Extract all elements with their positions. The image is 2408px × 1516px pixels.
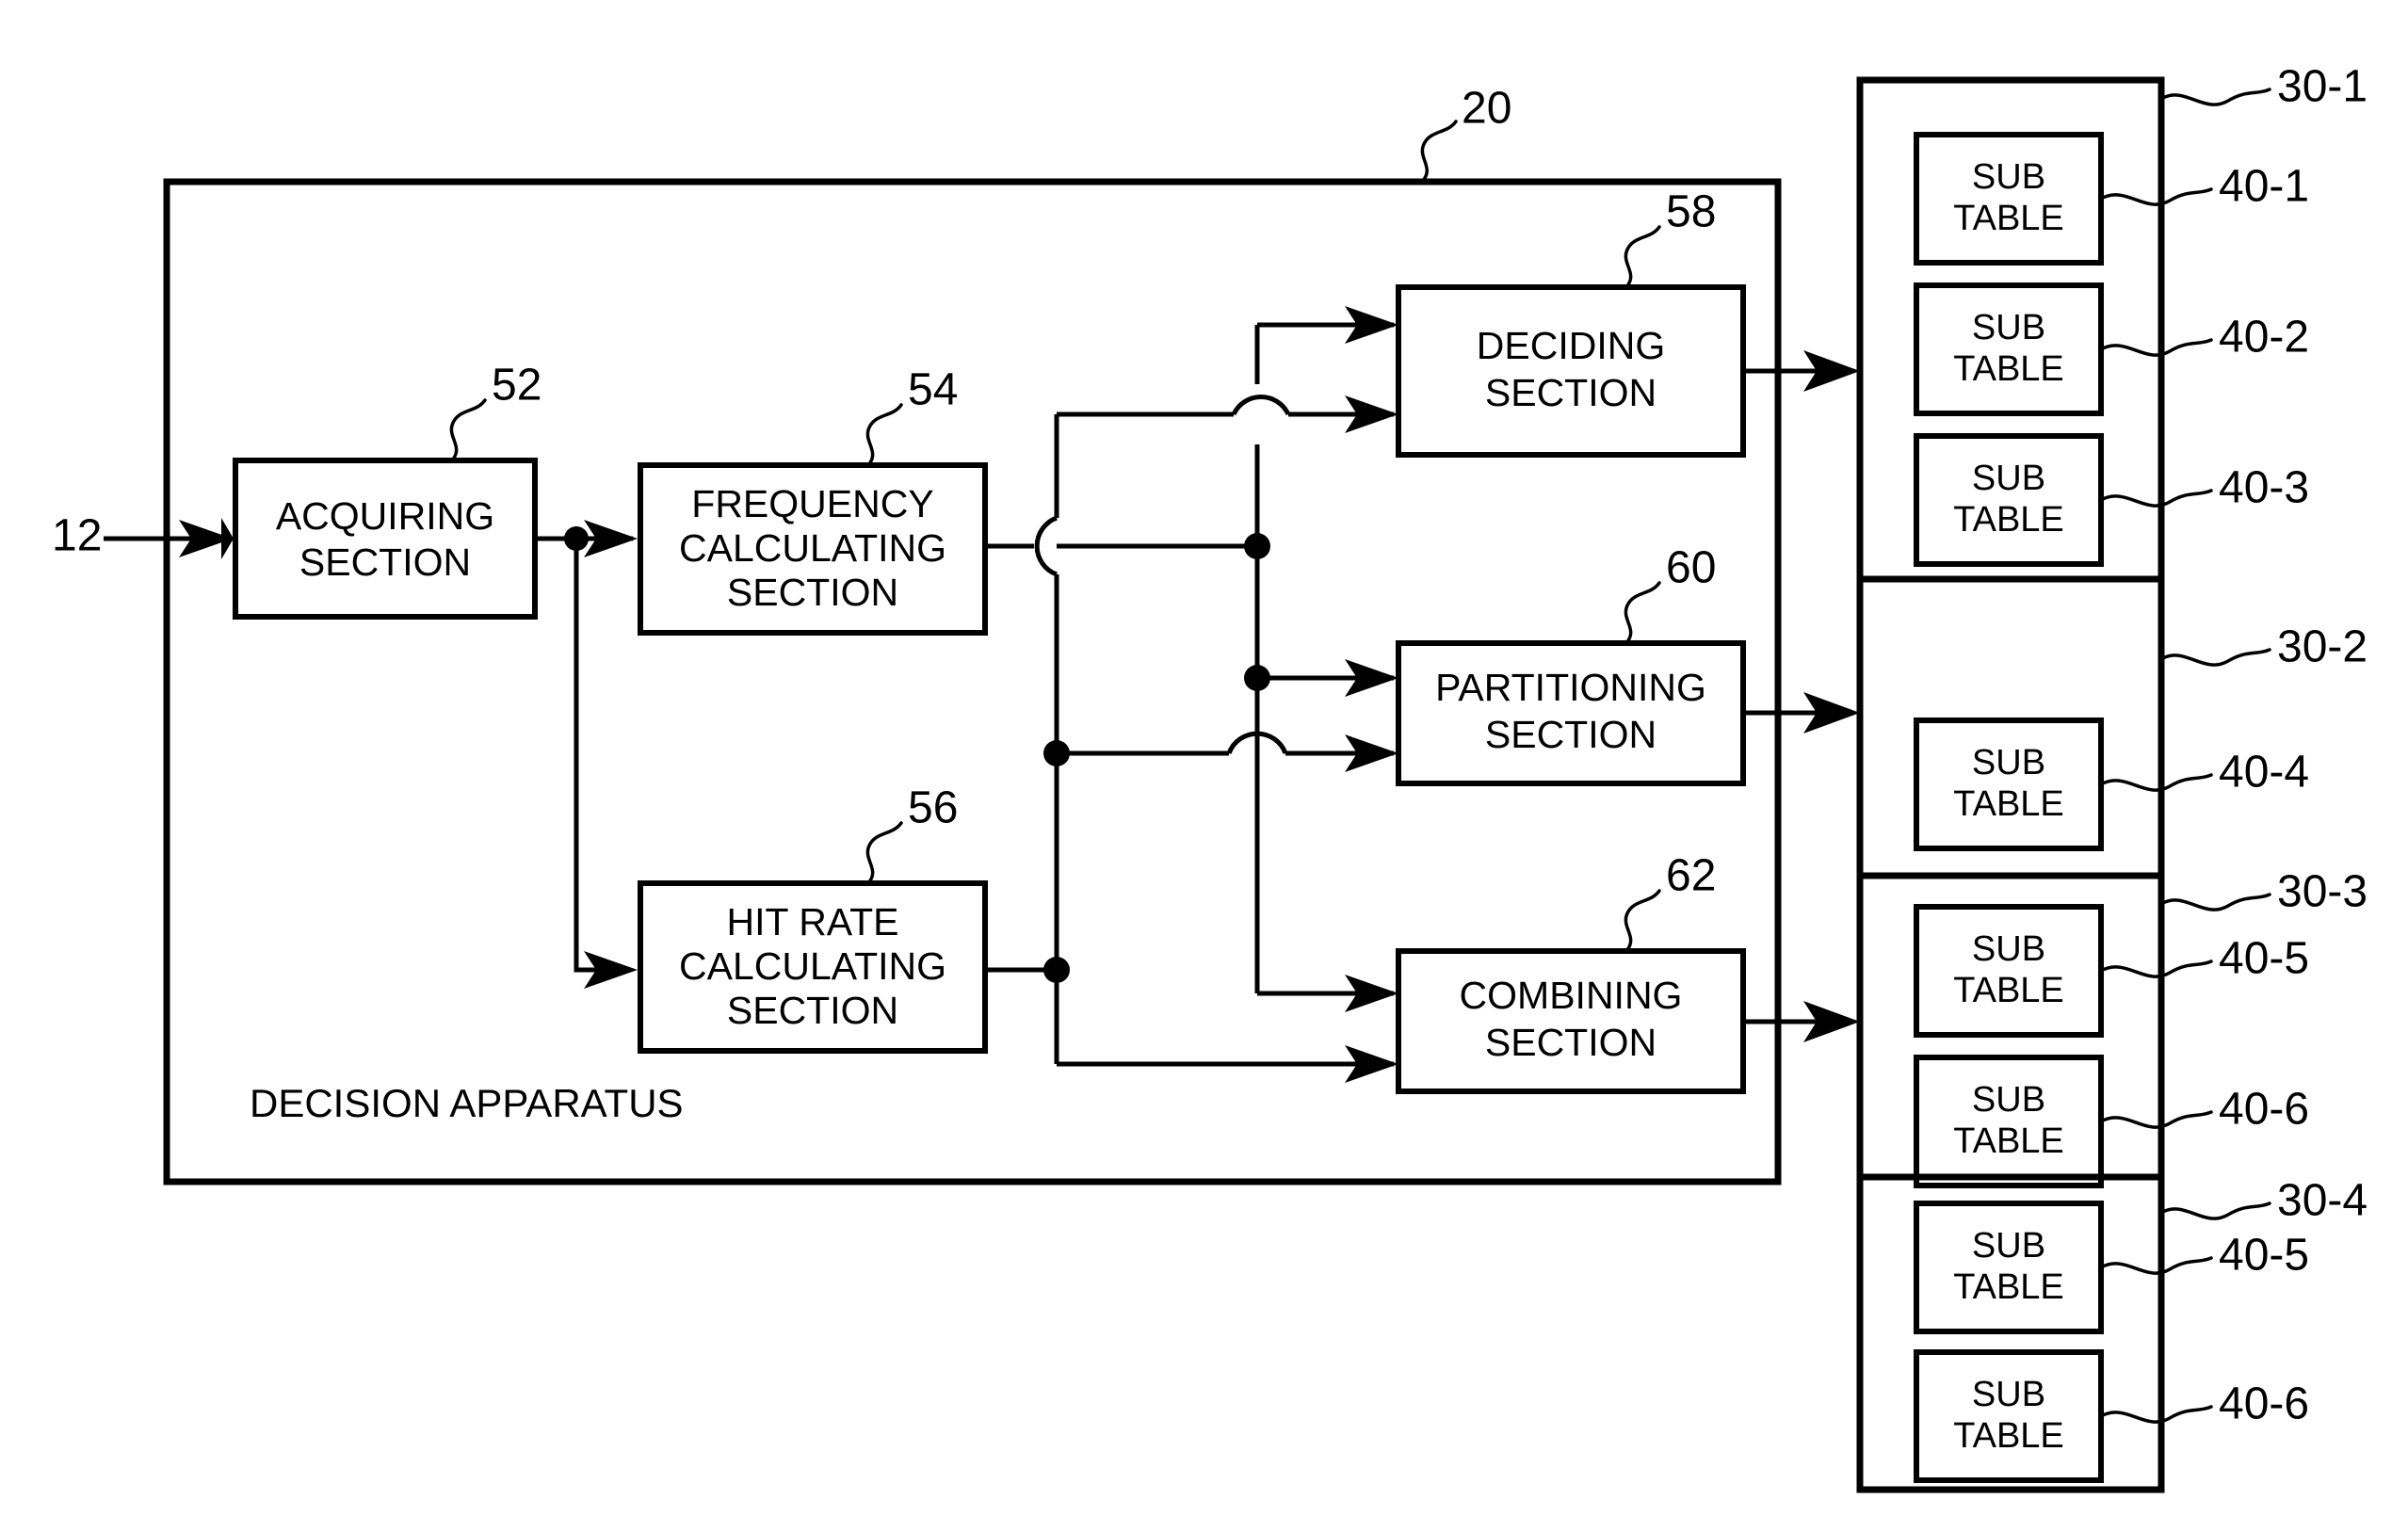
block-acquiring-line2: SECTION <box>299 540 471 584</box>
ref-label-30-3: 30-3 <box>2277 867 2368 917</box>
sub-table-40-6a-line2: TABLE <box>1953 1121 2064 1161</box>
leader-line-60 <box>1624 581 1661 645</box>
apparatus-label: DECISION APPARATUS <box>250 1081 684 1125</box>
ref-label-56: 56 <box>908 783 958 833</box>
leader-line-30-4 <box>2159 1202 2271 1220</box>
sub-table-40-2-line1: SUB <box>1972 308 2045 347</box>
table-group-30-2[interactable] <box>1856 575 2165 879</box>
ref-label-40-2: 40-2 <box>2219 313 2309 363</box>
ref-label-40-5b: 40-5 <box>2219 1231 2309 1281</box>
sub-table-40-5a-line2: TABLE <box>1953 971 2064 1010</box>
sub-table-40-3-line1: SUB <box>1972 459 2045 498</box>
sub-table-40-1-line2: TABLE <box>1953 199 2064 238</box>
leader-line-52 <box>449 398 487 462</box>
sub-table-40-2-line2: TABLE <box>1953 349 2064 389</box>
sub-table-40-5a-line1: SUB <box>1972 929 2045 969</box>
leader-line-40-2 <box>2099 338 2213 357</box>
ref-label-30-2: 30-2 <box>2277 622 2368 672</box>
ref-label-60: 60 <box>1666 543 1716 593</box>
leader-line-20 <box>1420 120 1458 184</box>
sub-table-40-5b-line1: SUB <box>1972 1226 2045 1266</box>
block-frequency-line1: FREQUENCY <box>691 482 933 525</box>
block-frequency-line3: SECTION <box>727 571 898 614</box>
block-frequency-line2: CALCULATING <box>679 526 946 570</box>
junction-dot-hitrate-out <box>1043 957 1070 983</box>
block-hitrate-line2: CALCULATING <box>679 944 946 988</box>
sub-table-40-5b-line2: TABLE <box>1953 1267 2064 1307</box>
block-combining-line1: COMBINING <box>1460 974 1683 1017</box>
block-diagram: 20 DECISION APPARATUS 12 ACQUIRING SECTI… <box>52 62 2368 1493</box>
ref-label-40-5a: 40-5 <box>2219 934 2309 984</box>
sub-table-40-4-line1: SUB <box>1972 743 2045 782</box>
ref-label-54: 54 <box>908 365 958 415</box>
ref-label-20: 20 <box>1462 84 1511 134</box>
ref-label-40-6b: 40-6 <box>2219 1379 2309 1429</box>
block-deciding-line1: DECIDING <box>1477 324 1665 367</box>
block-acquiring-line1: ACQUIRING <box>276 494 494 538</box>
ref-label-40-6a: 40-6 <box>2219 1085 2309 1135</box>
leader-line-40-1 <box>2099 187 2213 206</box>
sub-table-40-6b-line2: TABLE <box>1953 1416 2064 1456</box>
ref-label-40-1: 40-1 <box>2219 162 2309 212</box>
sub-table-40-3-line2: TABLE <box>1953 500 2064 540</box>
ref-label-30-4: 30-4 <box>2277 1176 2368 1226</box>
ref-label-12: 12 <box>52 511 102 561</box>
leader-line-58 <box>1624 225 1661 289</box>
leader-line-30-3 <box>2159 893 2271 911</box>
sub-table-40-6b-line1: SUB <box>1972 1375 2045 1414</box>
block-acquiring-section[interactable] <box>233 458 538 620</box>
ref-label-62: 62 <box>1666 851 1716 901</box>
ref-label-40-3: 40-3 <box>2219 463 2309 513</box>
block-combining-line2: SECTION <box>1485 1021 1657 1064</box>
sub-table-40-6a-line1: SUB <box>1972 1080 2045 1120</box>
wire-hop-deciding <box>1231 395 1291 416</box>
leader-line-40-6a <box>2099 1110 2213 1129</box>
leader-line-40-3 <box>2099 489 2213 508</box>
block-hitrate-line1: HIT RATE <box>727 900 899 943</box>
wire-hop-frequency-bus <box>1034 515 1058 577</box>
leader-line-40-4 <box>2099 773 2213 792</box>
leader-line-62 <box>1624 889 1661 953</box>
leader-line-40-5a <box>2099 960 2213 978</box>
block-partitioning-line1: PARTITIONING <box>1435 666 1706 709</box>
block-partitioning-line2: SECTION <box>1485 713 1657 756</box>
wire-acquiring-to-hitrate <box>574 539 622 973</box>
ref-label-58: 58 <box>1666 187 1716 237</box>
ref-label-52: 52 <box>492 361 541 411</box>
figure-canvas: 20 DECISION APPARATUS 12 ACQUIRING SECTI… <box>0 0 2408 1516</box>
leader-line-40-6b <box>2099 1405 2213 1424</box>
sub-table-40-1-line1: SUB <box>1972 157 2045 197</box>
leader-line-30-1 <box>2159 88 2271 106</box>
leader-line-56 <box>865 821 903 885</box>
ref-label-30-1: 30-1 <box>2277 62 2368 112</box>
leader-line-30-2 <box>2159 648 2271 667</box>
leader-line-54 <box>865 403 903 467</box>
sub-table-40-4-line2: TABLE <box>1953 784 2064 824</box>
block-deciding-line2: SECTION <box>1485 371 1657 414</box>
leader-line-40-5b <box>2099 1256 2213 1275</box>
block-hitrate-line3: SECTION <box>727 989 898 1032</box>
ref-label-40-4: 40-4 <box>2219 748 2309 798</box>
